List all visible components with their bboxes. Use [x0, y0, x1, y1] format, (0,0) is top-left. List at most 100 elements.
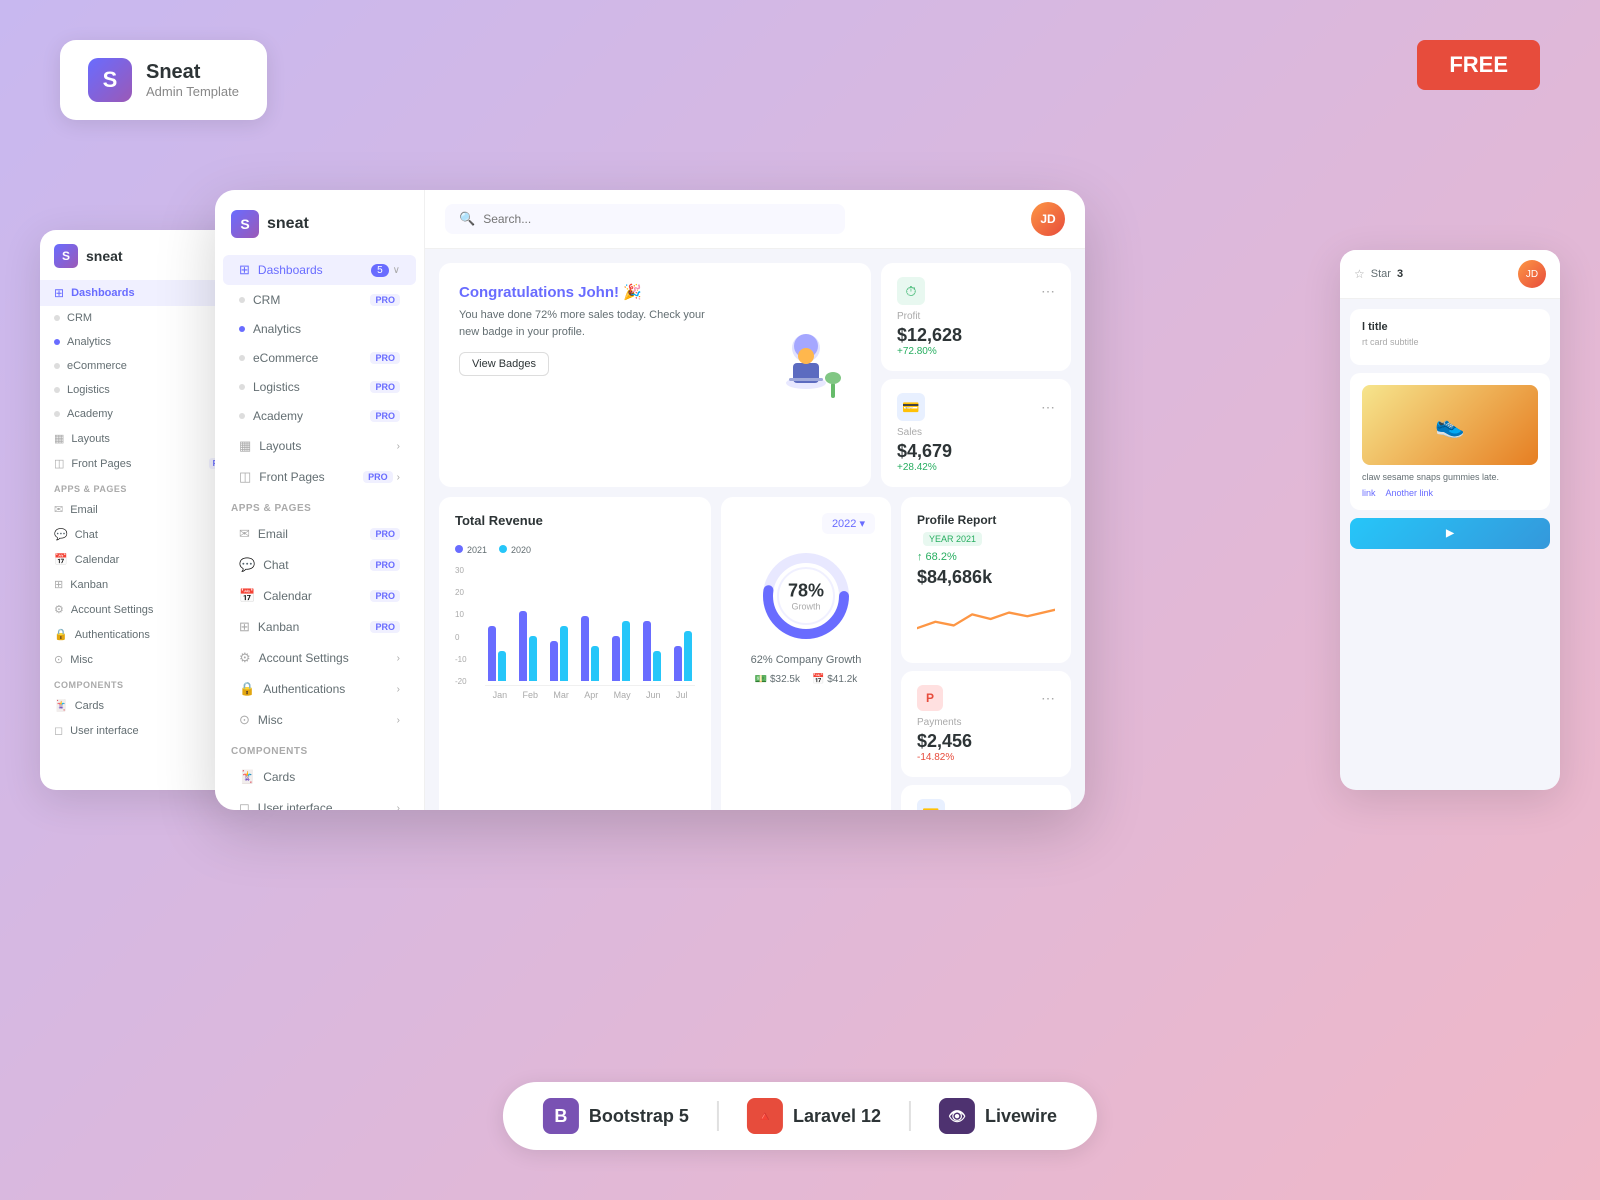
chart-x-labels: Jan Feb Mar Apr May Jun Jul: [485, 690, 695, 700]
misc-icon: ⊙: [239, 712, 250, 728]
dashboard-icon: ⊞: [239, 262, 250, 278]
apps-section-title: APPS & PAGES: [215, 493, 424, 518]
sidebar-item-calendar[interactable]: 📅 Calendar PRO: [223, 581, 416, 611]
tech-laravel: 🔺 Laravel 12: [747, 1098, 881, 1134]
avatar[interactable]: JD: [1031, 202, 1065, 236]
sidebar-item-front-pages[interactable]: ◫ Front Pages PRO ›: [223, 462, 416, 492]
sidebar-logo: S sneat: [215, 210, 424, 254]
revenue-chart: 30 20 10 0 -10 -20: [455, 566, 695, 700]
profit-label: Profit: [897, 311, 1055, 322]
logo-subtitle: Admin Template: [146, 84, 239, 99]
front-pages-icon: ◫: [239, 469, 251, 485]
sidebar-logo-text: sneat: [267, 215, 309, 233]
profile-report-title: Profile Report: [917, 513, 996, 527]
profile-wave-chart: [917, 594, 1055, 644]
sidebar-item-chat[interactable]: 💬 Chat PRO: [223, 550, 416, 580]
tech-livewire: 👁 Livewire: [939, 1098, 1057, 1134]
growth-sub-label: 62% Company Growth: [751, 654, 862, 666]
sidebar-item-dashboards[interactable]: ⊞ Dashboards 5 ∨: [223, 255, 416, 285]
bg-card-heading: l title: [1362, 321, 1538, 333]
background-right-window: ☆ Star 3 JD l title rt card subtitle 👟 c…: [1340, 250, 1560, 790]
sidebar-logo-icon: S: [231, 210, 259, 238]
profit-icon: ⏱: [897, 277, 925, 305]
livewire-icon: 👁: [939, 1098, 975, 1134]
payments-value: $2,456: [917, 731, 1055, 752]
sidebar-item-crm[interactable]: CRM PRO: [223, 286, 416, 314]
sidebar-item-cards[interactable]: 🃏 Cards: [223, 762, 416, 792]
profit-value: $12,628: [897, 325, 1055, 346]
growth-card: 2022 ▾ 78% Growth 62% Company Gr: [721, 497, 891, 810]
welcome-illustration: [751, 328, 851, 422]
sidebar-item-layouts[interactable]: ▦ Layouts ›: [223, 431, 416, 461]
payments-card: P ⋯ Payments $2,456 -14.82%: [901, 671, 1071, 777]
top-bar: 🔍 JD: [425, 190, 1085, 249]
bg-logo-text: sneat: [86, 248, 123, 264]
profit-menu-dots[interactable]: ⋯: [1041, 283, 1055, 300]
profit-change: +72.80%: [897, 346, 1055, 357]
sales-icon: 💳: [897, 393, 925, 421]
livewire-label: Livewire: [985, 1106, 1057, 1127]
transactions-stat-icon: 💳: [917, 799, 945, 810]
sidebar-item-email[interactable]: ✉ Email PRO: [223, 519, 416, 549]
sales-value: $4,679: [897, 441, 1055, 462]
bg-card-links: link Another link: [1362, 488, 1538, 498]
calendar-icon: 📅: [239, 588, 255, 604]
revenue-card: Total Revenue 2021 2020 30 20 10 0 -10 -…: [439, 497, 711, 810]
bg-right-content: l title rt card subtitle 👟 claw sesame s…: [1340, 299, 1560, 559]
sidebar-item-ecommerce[interactable]: eCommerce PRO: [223, 344, 416, 372]
bootstrap-label: Bootstrap 5: [589, 1106, 689, 1127]
email-icon: ✉: [239, 526, 250, 542]
profit-stat-card: ⏱ ⋯ Profit $12,628 +72.80%: [881, 263, 1071, 371]
view-badges-button[interactable]: View Badges: [459, 352, 549, 376]
profile-change: ↑ 68.2%: [917, 551, 1055, 563]
bg-right-card-title: l title rt card subtitle: [1350, 309, 1550, 365]
sidebar-item-analytics[interactable]: Analytics: [223, 315, 416, 343]
bg-card-link2[interactable]: Another link: [1386, 488, 1434, 498]
ui-icon: ◻: [239, 800, 250, 810]
components-section-title: COMPONENTS: [215, 736, 424, 761]
donut-chart: 78% Growth: [756, 546, 856, 646]
search-input[interactable]: [483, 212, 831, 226]
growth-label: Growth: [788, 602, 824, 612]
sidebar-item-authentications[interactable]: 🔒 Authentications ›: [223, 674, 416, 704]
bootstrap-icon: B: [543, 1098, 579, 1134]
payments-change: -14.82%: [917, 752, 1055, 763]
profile-value: $84,686k: [917, 567, 1055, 588]
main-content: 🔍 JD Congratulations John! 🎉 You have do…: [425, 190, 1085, 810]
laravel-icon: 🔺: [747, 1098, 783, 1134]
sidebar-item-logistics[interactable]: Logistics PRO: [223, 373, 416, 401]
logo-name: Sneat: [146, 61, 239, 84]
cards-icon: 🃏: [239, 769, 255, 785]
sidebar-item-user-interface[interactable]: ◻ User interface ›: [223, 793, 416, 810]
kanban-icon: ⊞: [239, 619, 250, 635]
tech-bootstrap: B Bootstrap 5: [543, 1098, 689, 1134]
account-settings-icon: ⚙: [239, 650, 251, 666]
bg-blue-button[interactable]: ▶: [1350, 518, 1550, 549]
bg-right-avatar: JD: [1518, 260, 1546, 288]
chat-icon: 💬: [239, 557, 255, 573]
sidebar-item-account-settings[interactable]: ⚙ Account Settings ›: [223, 643, 416, 673]
growth-values: 💵 $32.5k 📅 $41.2k: [755, 674, 858, 685]
layouts-icon: ▦: [239, 438, 251, 454]
payments-icon: P: [917, 685, 943, 711]
free-badge: FREE: [1417, 40, 1540, 90]
bg-logo-icon: S: [54, 244, 78, 268]
tech-stack: B Bootstrap 5 🔺 Laravel 12 👁 Livewire: [503, 1082, 1097, 1150]
sidebar-item-kanban[interactable]: ⊞ Kanban PRO: [223, 612, 416, 642]
welcome-title: Congratulations John! 🎉: [459, 283, 851, 301]
sidebar-item-misc[interactable]: ⊙ Misc ›: [223, 705, 416, 735]
laravel-label: Laravel 12: [793, 1106, 881, 1127]
sales-menu-dots[interactable]: ⋯: [1041, 399, 1055, 416]
sales-change: +28.42%: [897, 462, 1055, 473]
bg-card-link1[interactable]: link: [1362, 488, 1376, 498]
revenue-title: Total Revenue: [455, 513, 695, 528]
search-bar[interactable]: 🔍: [445, 204, 845, 234]
growth-pct: 78%: [788, 581, 824, 602]
logo-icon: S: [88, 58, 132, 102]
bg-card-image: 👟: [1362, 385, 1538, 465]
main-sidebar: S sneat ⊞ Dashboards 5 ∨ CRM PRO Anal: [215, 190, 425, 810]
year-selector[interactable]: 2022 ▾: [822, 513, 875, 534]
sidebar-item-academy[interactable]: Academy PRO: [223, 402, 416, 430]
bg-card-text: claw sesame snaps gummies late.: [1362, 471, 1538, 484]
auth-icon: 🔒: [239, 681, 255, 697]
